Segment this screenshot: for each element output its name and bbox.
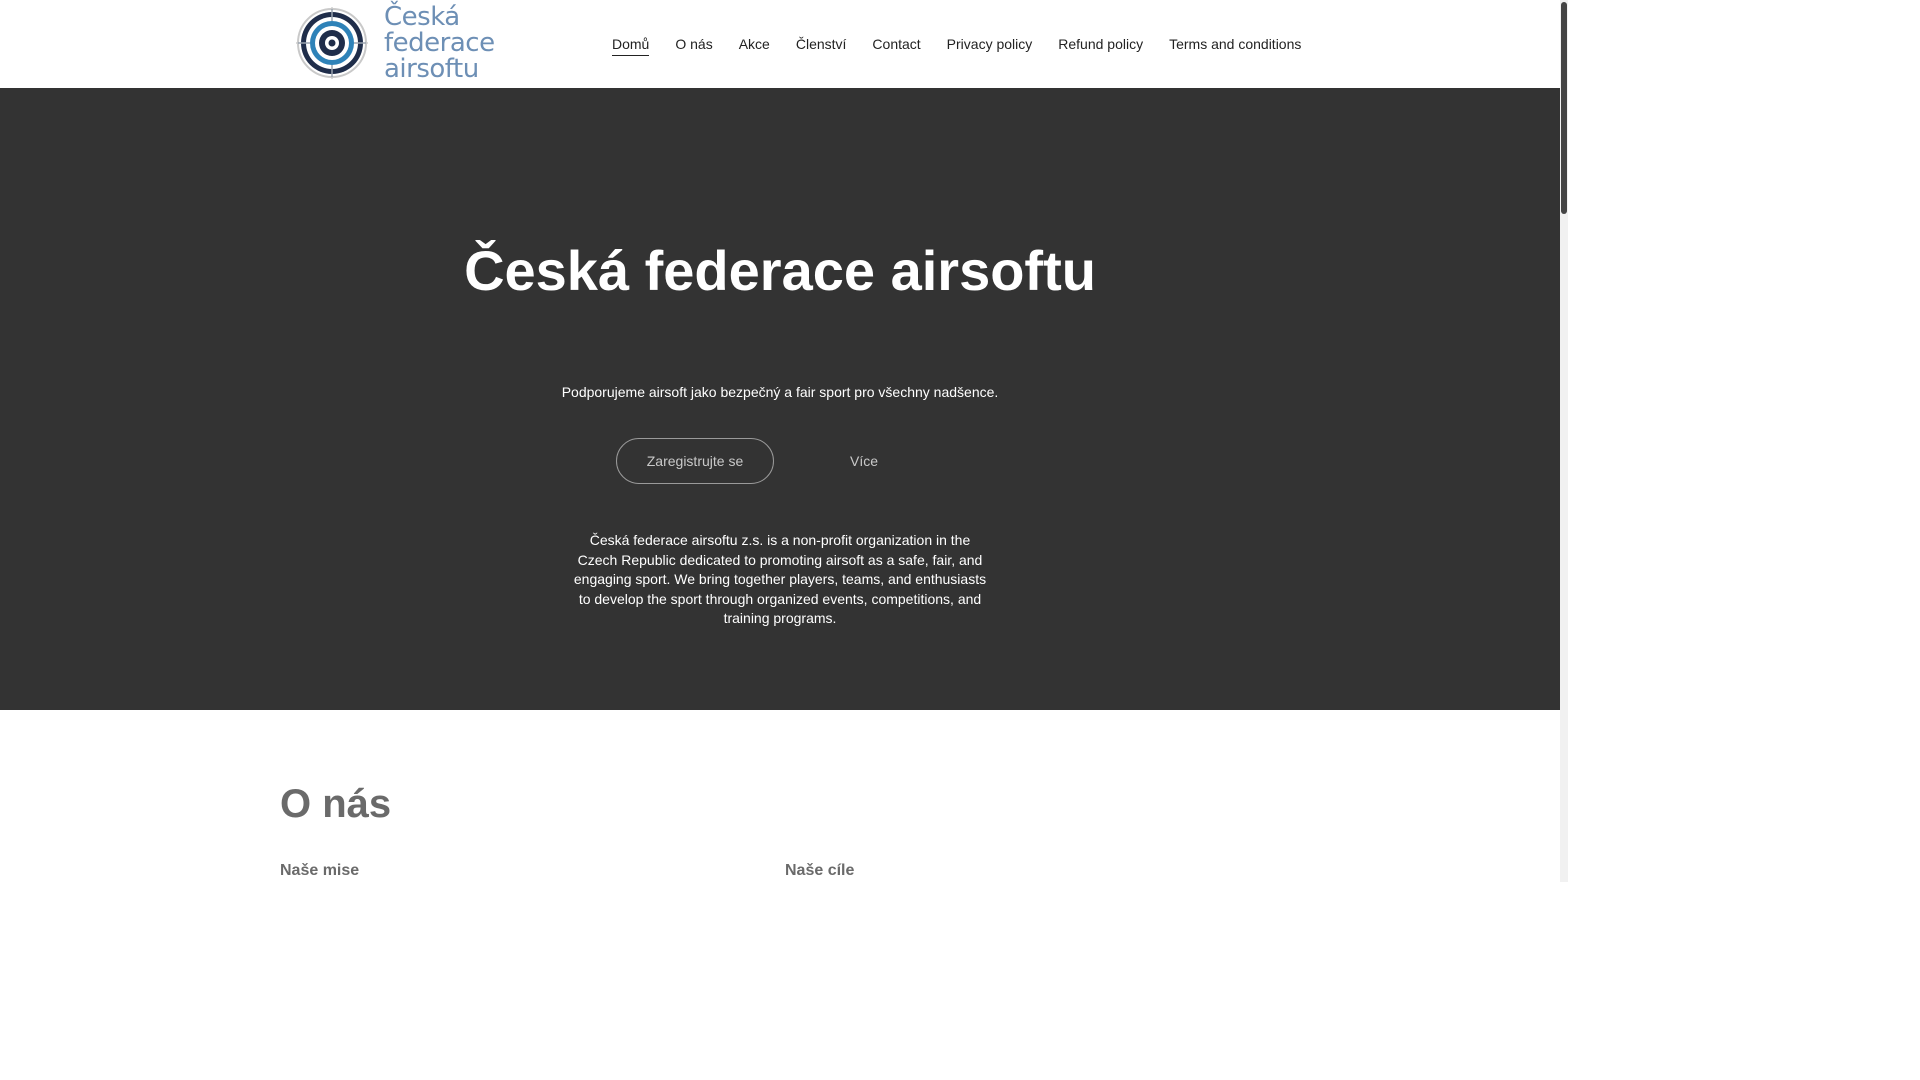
target-crosshair-icon [296,7,368,79]
about-title: O nás [280,782,392,826]
register-button[interactable]: Zaregistrujte se [616,438,774,484]
nav-item-events[interactable]: Akce [739,34,770,56]
page-scrollbar[interactable] [1560,0,1568,882]
nav-item-about[interactable]: O nás [675,34,712,56]
nav-item-membership[interactable]: Členství [796,34,847,56]
nav-item-contact[interactable]: Contact [872,34,920,56]
scrollbar-thumb[interactable] [1561,2,1567,214]
nav-item-terms[interactable]: Terms and conditions [1169,34,1301,56]
main-nav: Domů O nás Akce Členství Contact Privacy… [612,34,1327,56]
logo-text-line1: Česká federace [384,2,495,58]
more-button[interactable]: Více [816,438,912,484]
page: Česká federace airsoftu Domů O nás Akce … [0,0,1560,882]
logo-text-line2: airsoftu [384,54,479,84]
mission-heading: Naše mise [280,862,360,879]
site-header: Česká federace airsoftu Domů O nás Akce … [0,0,1560,88]
hero-section: Česká federace airsoftu Podporujeme airs… [0,88,1560,710]
nav-item-privacy-policy[interactable]: Privacy policy [947,34,1033,56]
logo-text: Česká federace airsoftu [384,4,556,82]
site-logo[interactable]: Česká federace airsoftu [296,4,556,82]
nav-item-home[interactable]: Domů [612,34,650,56]
hero-description: Česká federace airsoftu z.s. is a non-pr… [573,532,987,627]
hero-title: Česká federace airsoftu [464,239,1096,302]
nav-item-refund-policy[interactable]: Refund policy [1058,34,1143,56]
hero-subtitle: Podporujeme airsoft jako bezpečný a fair… [561,384,999,400]
goals-heading: Naše cíle [785,862,855,879]
